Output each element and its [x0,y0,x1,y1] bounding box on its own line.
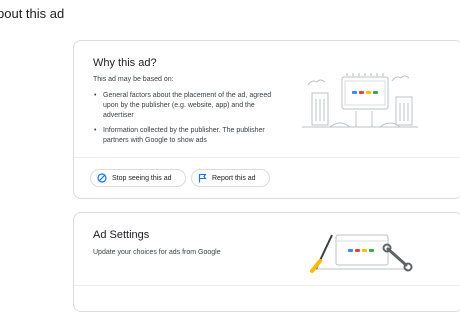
reason-item: General factors about the placement of t… [93,91,273,121]
page-heading: bout this ad [0,6,65,21]
report-ad-button[interactable]: Report this ad [191,169,270,187]
reason-item: Information collected by the publisher. … [93,126,273,146]
reason-list: General factors about the placement of t… [93,91,273,151]
why-this-ad-card: Why this ad? This ad may be based on: Ge… [73,40,460,199]
intro-text: This ad may be based on: [93,76,174,83]
card-divider [74,285,460,286]
stop-seeing-ad-label: Stop seeing this ad [112,174,172,182]
card-divider [74,157,460,158]
block-icon [97,173,107,183]
report-ad-label: Report this ad [212,174,256,182]
card-title: Ad Settings [93,229,150,241]
billboard-illustration [302,73,418,128]
flag-icon [198,173,207,183]
card-title: Why this ad? [93,57,157,69]
ad-settings-card: Ad Settings Update your choices for ads … [73,212,460,312]
stop-seeing-ad-button[interactable]: Stop seeing this ad [90,169,186,187]
settings-description: Update your choices for ads from Google [93,249,221,256]
tools-illustration [310,234,413,273]
